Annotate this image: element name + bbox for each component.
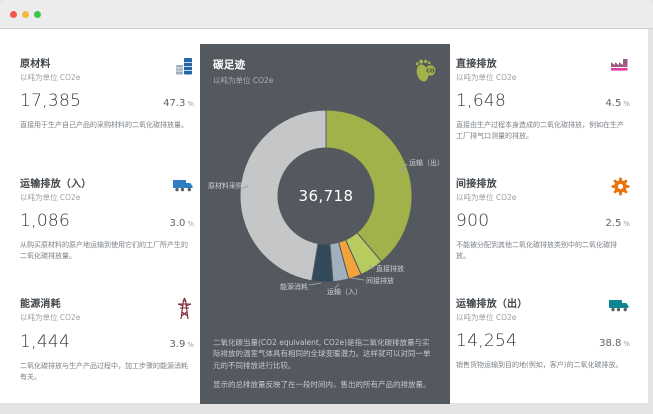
card-subtitle: 以吨为单位 CO2e xyxy=(20,73,81,82)
footnote-co2e-definition: 二氧化碳当量(CO2 equivalent, CO2e)是指二氧化碳排放量与实际… xyxy=(213,337,431,370)
donut-slice-0[interactable] xyxy=(325,109,413,263)
card-subtitle: 以吨为单位 CO2e xyxy=(20,193,81,202)
card-direct-emissions[interactable]: 直接排放 以吨为单位 CO2e 1,648 4.5% 直接由生产过程本身造成的二… xyxy=(456,55,636,167)
card-percent: 38.8 xyxy=(599,338,622,349)
svg-text:CO₂: CO₂ xyxy=(426,69,437,75)
card-percent: 2.5 xyxy=(605,218,622,229)
zoom-window-button[interactable] xyxy=(34,10,41,18)
donut-label-transport-in: 运输（入） xyxy=(327,288,362,296)
card-value: 1,086 xyxy=(20,211,71,231)
donut-label-raw-materials: 原材料采购 xyxy=(208,182,243,190)
card-subtitle: 以吨为单位 CO2e xyxy=(20,313,81,322)
panel-title: 碳足迹 xyxy=(213,59,246,71)
card-energy-consumption[interactable]: 能源消耗 以吨为单位 CO2e 1,444 3.9 % 二氧化碳排放与生产产品过… xyxy=(20,295,200,407)
donut-leader-line xyxy=(350,277,365,281)
donut-chart: 36,718 运输（出） 直接排放 间接排放 运输（入） 能源消耗 原材料采购 xyxy=(200,96,450,311)
donut-label-energy: 能源消耗 xyxy=(280,283,308,291)
percent-sign: % xyxy=(623,340,630,348)
card-subtitle: 以吨为单位 CO2e xyxy=(456,193,517,202)
factory-icon xyxy=(609,57,630,78)
card-percent: 3.0 xyxy=(169,218,186,229)
left-card-column: 原材料 以吨为单位 CO2e 17,385 47.3% 直接用于生产自己产品的采… xyxy=(20,29,200,403)
card-subtitle: 以吨为单位 CO2e xyxy=(456,313,517,322)
card-percent: 47.3 xyxy=(163,98,186,109)
percent-sign: % xyxy=(187,100,194,108)
card-title: 运输排放（出） xyxy=(456,299,528,310)
footprint-icon: CO₂ xyxy=(413,57,437,89)
panel-footnotes: 二氧化碳当量(CO2 equivalent, CO2e)是指二氧化碳排放量与实际… xyxy=(213,337,437,392)
card-title: 运输排放（入） xyxy=(20,179,92,190)
right-card-column: 直接排放 以吨为单位 CO2e 1,648 4.5% 直接由生产过程本身造成的二… xyxy=(450,29,636,403)
card-description: 直接用于生产自己产品的采购材料的二氧化碳排放量。 xyxy=(20,121,188,129)
card-description: 不能被分配到其他二氧化碳排放类别中的二氧化碳排放。 xyxy=(456,241,617,260)
percent-sign: % xyxy=(187,220,194,228)
donut-label-indirect-emissions: 间接排放 xyxy=(366,277,394,285)
card-value: 17,385 xyxy=(20,91,82,111)
truck-icon xyxy=(172,177,194,197)
footnote-total-emissions: 显示的总排放量反映了在一段时间内，售出的所有产品的排放量。 xyxy=(213,380,431,390)
percent-sign: % xyxy=(187,341,194,349)
truck-icon xyxy=(608,297,630,317)
card-value: 14,254 xyxy=(456,331,518,351)
donut-label-direct-emissions: 直接排放 xyxy=(376,265,404,273)
donut-label-transport-out: 运输（出） xyxy=(409,159,444,167)
carbon-footprint-panel: 碳足迹 以吨为单位 CO2e CO₂ 36,718 运输（出） 直接排放 间接排… xyxy=(200,44,450,404)
card-percent: 3.9 xyxy=(169,339,186,350)
card-raw-materials[interactable]: 原材料 以吨为单位 CO2e 17,385 47.3% 直接用于生产自己产品的采… xyxy=(20,55,200,167)
card-title: 能源消耗 xyxy=(20,299,61,310)
card-description: 直接由生产过程本身造成的二氧化碳排放，例如在生产工厂排气口测量的排放。 xyxy=(456,121,624,140)
card-transport-out[interactable]: 运输排放（出） 以吨为单位 CO2e 14,254 38.8% 销售货物运输到目… xyxy=(456,295,636,407)
card-value: 1,444 xyxy=(20,332,71,352)
card-transport-in[interactable]: 运输排放（入） 以吨为单位 CO2e 1,086 3.0% 从购买原材料的原产地… xyxy=(20,175,200,287)
card-indirect-emissions[interactable]: 间接排放 以吨为单位 CO2e 900 2.5 % 不能被分配到其他二氧化碳排放… xyxy=(456,175,636,287)
donut-total-value: 36,718 xyxy=(298,187,354,205)
card-value: 900 xyxy=(456,211,490,231)
card-value: 1,648 xyxy=(456,91,507,111)
barrel-icon xyxy=(174,57,194,80)
donut-leader-line xyxy=(308,282,322,286)
panel-subtitle: 以吨为单位 CO2e xyxy=(213,76,274,85)
card-title: 原材料 xyxy=(20,59,51,70)
card-percent: 4.5 xyxy=(605,98,622,109)
card-subtitle: 以吨为单位 CO2e xyxy=(456,73,517,82)
card-title: 直接排放 xyxy=(456,59,497,70)
card-description: 从购买原材料的原产地运输到使用它们的工厂所产生的二氧化碳排放量。 xyxy=(20,241,188,260)
window-titlebar xyxy=(0,0,653,29)
percent-sign: % xyxy=(623,220,630,228)
percent-sign: % xyxy=(623,100,630,108)
card-title: 间接排放 xyxy=(456,179,497,190)
close-window-button[interactable] xyxy=(10,10,17,18)
gear-icon xyxy=(611,177,630,200)
card-description: 二氧化碳排放与生产产品过程中，加工步骤的能源消耗有关。 xyxy=(20,362,188,381)
minimize-window-button[interactable] xyxy=(22,10,29,18)
carbon-dashboard: 原材料 以吨为单位 CO2e 17,385 47.3% 直接用于生产自己产品的采… xyxy=(0,29,648,404)
card-description: 销售货物运输到目的地(例如，客户)的二氧化碳排放。 xyxy=(456,361,623,369)
transmission-tower-icon xyxy=(175,297,194,324)
